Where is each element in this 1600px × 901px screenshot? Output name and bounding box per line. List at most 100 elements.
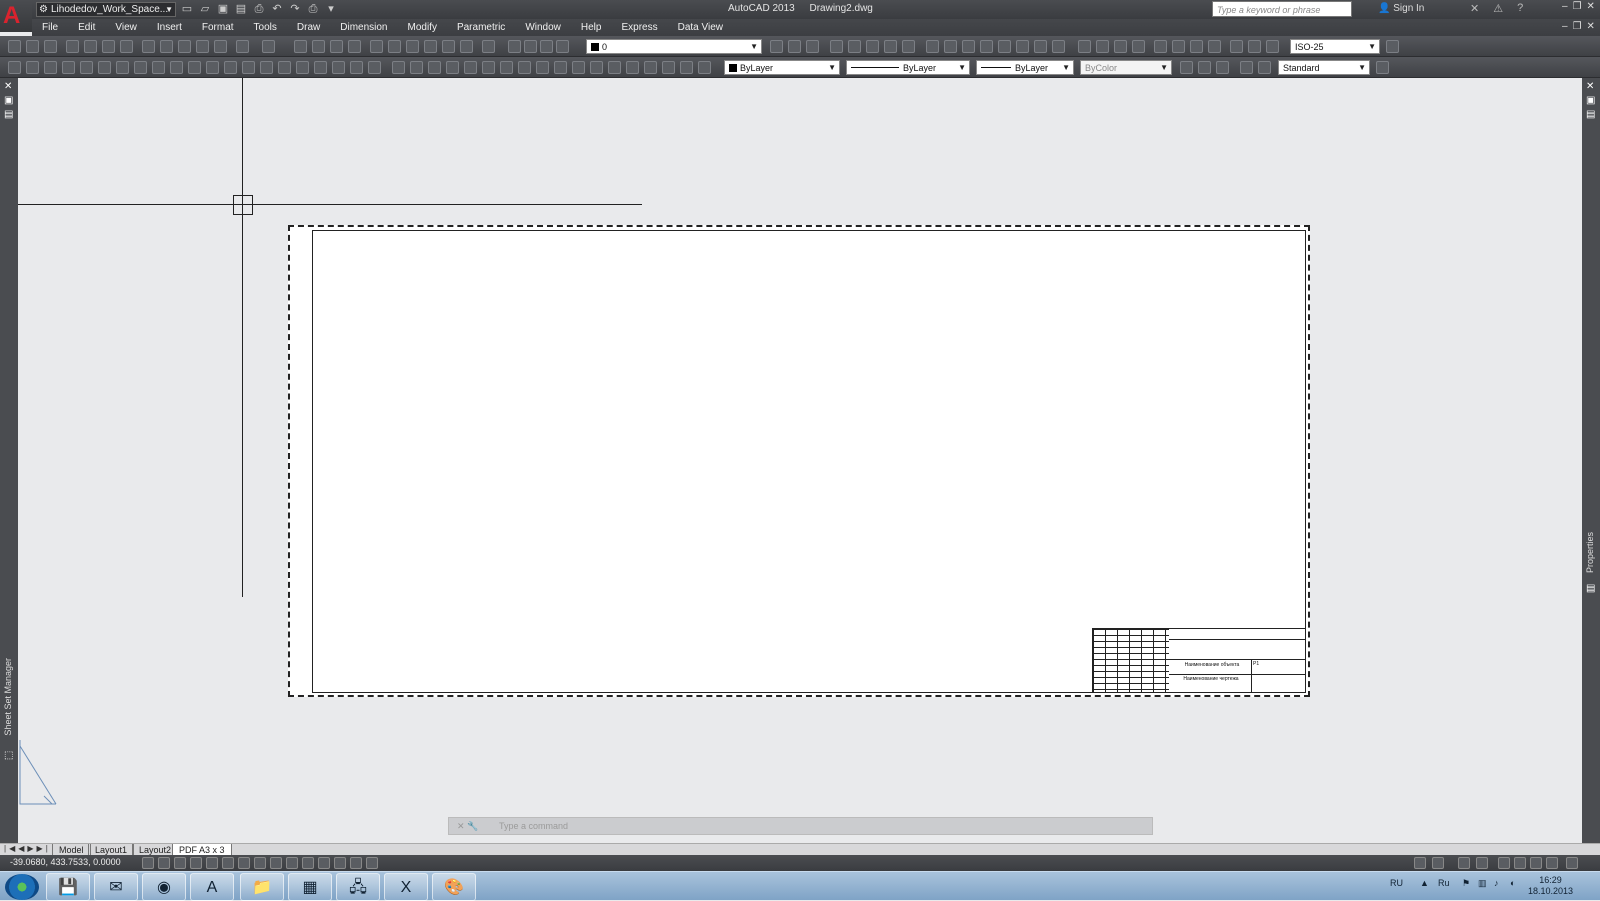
- match-properties-icon[interactable]: [196, 40, 209, 53]
- ducs-icon[interactable]: [270, 857, 282, 869]
- properties-icon[interactable]: [370, 40, 383, 53]
- remove-leader-icon[interactable]: [1216, 61, 1229, 74]
- sheet-set-manager-label[interactable]: Sheet Set Manager: [3, 658, 13, 736]
- fillet-icon[interactable]: [662, 61, 675, 74]
- blend-curves-icon[interactable]: [680, 61, 693, 74]
- block-editor-icon[interactable]: [214, 40, 227, 53]
- gradient-icon[interactable]: [278, 61, 291, 74]
- plot-preview-icon[interactable]: [84, 40, 97, 53]
- doc-close-icon[interactable]: ✕: [1587, 21, 1595, 32]
- hatch-icon[interactable]: [260, 61, 273, 74]
- dim-linear-icon[interactable]: [1078, 40, 1091, 53]
- ellipse-icon[interactable]: [170, 61, 183, 74]
- arc-length-icon[interactable]: [866, 40, 879, 53]
- isolate-objects-icon[interactable]: [1546, 857, 1558, 869]
- save-as-icon[interactable]: ▤: [234, 2, 248, 16]
- circle-icon[interactable]: [116, 61, 129, 74]
- drawing-canvas[interactable]: Наименование объекта Наименование чертеж…: [18, 78, 1582, 843]
- layer-state-icon[interactable]: [806, 40, 819, 53]
- line-icon[interactable]: [8, 61, 21, 74]
- break-icon[interactable]: [608, 61, 621, 74]
- stay-connected-icon[interactable]: ⚠: [1493, 2, 1503, 15]
- menu-express[interactable]: Express: [611, 19, 667, 36]
- plotstyle-dropdown[interactable]: ByColor ▼: [1080, 60, 1172, 75]
- workspace-switching-icon[interactable]: [1498, 857, 1510, 869]
- auto-hide-icon[interactable]: ▣: [4, 96, 14, 106]
- menu-help[interactable]: Help: [571, 19, 612, 36]
- calculator-icon[interactable]: ▦: [288, 873, 332, 901]
- dim-aligned-icon[interactable]: [1096, 40, 1109, 53]
- extend-icon[interactable]: [572, 61, 585, 74]
- dim-angular-icon[interactable]: [1208, 40, 1221, 53]
- help-icon[interactable]: [482, 40, 495, 53]
- copy-icon[interactable]: [160, 40, 173, 53]
- folder-icon[interactable]: 📁: [240, 873, 284, 901]
- zoom-realtime-icon[interactable]: [312, 40, 325, 53]
- palette-properties-icon[interactable]: ▤: [4, 110, 14, 120]
- linear-dimension-icon[interactable]: [830, 40, 843, 53]
- paint-icon[interactable]: 🎨: [432, 873, 476, 901]
- color-dropdown[interactable]: ByLayer ▼: [724, 60, 840, 75]
- start-button[interactable]: [5, 874, 39, 900]
- transparency-icon[interactable]: [318, 857, 330, 869]
- save-icon[interactable]: ▣: [216, 2, 230, 16]
- sheet-set-icon[interactable]: ⬚: [4, 751, 14, 761]
- annotation-visibility-icon[interactable]: [1476, 857, 1488, 869]
- dimstyle-dropdown[interactable]: ISO-25 ▼: [1290, 39, 1380, 54]
- stretch-icon[interactable]: [536, 61, 549, 74]
- quickcalc-icon[interactable]: [460, 40, 473, 53]
- pan-icon[interactable]: [294, 40, 307, 53]
- open-icon[interactable]: ▱: [198, 2, 212, 16]
- dim-text-edit-icon[interactable]: [1248, 40, 1261, 53]
- layer-on-icon[interactable]: [524, 40, 537, 53]
- help-icon[interactable]: ?: [1517, 2, 1523, 15]
- tab-navigation-icon[interactable]: |◀◀▶▶|: [4, 844, 51, 853]
- add-selected-icon[interactable]: [350, 61, 363, 74]
- join-icon[interactable]: [626, 61, 639, 74]
- construction-line-icon[interactable]: [26, 61, 39, 74]
- layer-dropdown[interactable]: 0 ▼: [586, 39, 762, 54]
- menu-parametric[interactable]: Parametric: [447, 19, 515, 36]
- plot-icon[interactable]: [66, 40, 79, 53]
- copy-object-icon[interactable]: [410, 61, 423, 74]
- menu-file[interactable]: File: [32, 19, 68, 36]
- dim-update-icon[interactable]: [1266, 40, 1279, 53]
- ellipse-arc-icon[interactable]: [188, 61, 201, 74]
- arc-icon[interactable]: [98, 61, 111, 74]
- revision-cloud-icon[interactable]: [134, 61, 147, 74]
- exchange-icon[interactable]: ✕: [1470, 2, 1479, 15]
- linetype-dropdown[interactable]: ByLayer ▼: [846, 60, 970, 75]
- markup-icon[interactable]: [442, 40, 455, 53]
- update-icon[interactable]: [1016, 40, 1029, 53]
- multileader-style-icon[interactable]: [1376, 61, 1389, 74]
- osnap-icon[interactable]: [222, 857, 234, 869]
- menu-window[interactable]: Window: [515, 19, 571, 36]
- properties-icon[interactable]: ▤: [1586, 584, 1596, 594]
- table-icon[interactable]: [314, 61, 327, 74]
- aligned-dimension-icon[interactable]: [848, 40, 861, 53]
- annotation-scale-icon[interactable]: [1458, 857, 1470, 869]
- close-icon[interactable]: ✕: [1587, 1, 1595, 12]
- model-space-icon[interactable]: [1414, 857, 1426, 869]
- dim-radius-icon[interactable]: [1154, 40, 1167, 53]
- insert-block-icon[interactable]: [206, 61, 219, 74]
- break-at-point-icon[interactable]: [590, 61, 603, 74]
- menu-modify[interactable]: Modify: [398, 19, 447, 36]
- redo-icon[interactable]: ↷: [288, 2, 302, 16]
- autocad-taskbar-icon[interactable]: A: [190, 873, 234, 901]
- palette-properties-icon[interactable]: ▤: [1586, 110, 1596, 120]
- layer-freeze-icon[interactable]: [540, 40, 553, 53]
- trim-icon[interactable]: [554, 61, 567, 74]
- doc-minimize-icon[interactable]: –: [1562, 21, 1568, 32]
- menu-edit[interactable]: Edit: [68, 19, 105, 36]
- redo-icon[interactable]: [262, 40, 275, 53]
- mirror-icon[interactable]: [428, 61, 441, 74]
- infer-constraints-icon[interactable]: [142, 857, 154, 869]
- rectangle-icon[interactable]: [80, 61, 93, 74]
- polyline-icon[interactable]: [44, 61, 57, 74]
- dynamic-input-icon[interactable]: [286, 857, 298, 869]
- dim-jogged-icon[interactable]: [1172, 40, 1185, 53]
- chamfer-icon[interactable]: [644, 61, 657, 74]
- language-indicator[interactable]: RU: [1390, 878, 1403, 888]
- add-leader-icon[interactable]: [1198, 61, 1211, 74]
